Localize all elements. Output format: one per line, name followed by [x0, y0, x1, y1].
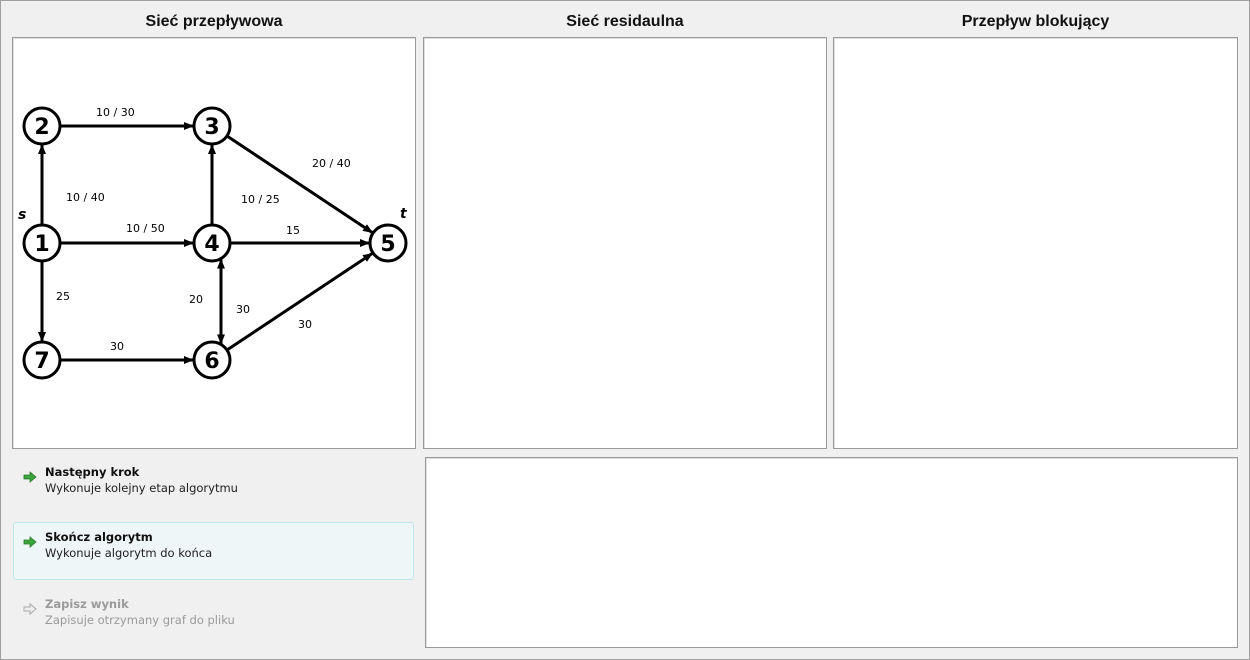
edge-label-7-6: 30	[110, 340, 124, 353]
edge-label-1-4: 10 / 50	[126, 222, 165, 235]
residual-network-title: Sieć residaulna	[566, 13, 684, 30]
edge-label-1-2: 10 / 40	[66, 191, 105, 204]
save-result-button[interactable]: Zapisz wynik Zapisuje otrzymany graf do …	[13, 589, 414, 647]
edge-6-5	[226, 252, 374, 352]
node-label: 5	[380, 232, 395, 257]
graph-node-2[interactable]: 2	[22, 106, 62, 146]
node-label: 3	[204, 115, 219, 140]
node-label: 1	[34, 232, 49, 257]
save-result-title: Zapisz wynik	[45, 597, 129, 611]
node-label: 2	[34, 115, 49, 140]
finish-algorithm-button[interactable]: Skończ algorytm Wykonuje algorytm do koń…	[13, 522, 414, 580]
edge-label-6-4: 30	[236, 303, 250, 316]
flow-network-title: Sieć przepływowa	[145, 13, 283, 30]
blocking-flow-canvas[interactable]	[833, 37, 1238, 449]
edge-label-4-6: 20	[189, 293, 203, 306]
graph-node-3[interactable]: 3	[192, 106, 232, 146]
graph-node-5[interactable]: 5	[368, 223, 408, 263]
source-label: s	[18, 207, 26, 223]
edge-label-1-7: 25	[56, 290, 70, 303]
edge-3-5	[226, 134, 374, 234]
node-label: 6	[204, 349, 219, 374]
flow-network-graph: 10 / 4010 / 3020 / 4010 / 2510 / 50 1525 2…	[18, 106, 408, 380]
graph-node-4[interactable]: 4	[192, 223, 232, 263]
edge-label-4-3: 10 / 25	[241, 193, 280, 206]
residual-network-canvas[interactable]	[423, 37, 827, 449]
edge-label-2-3: 10 / 30	[96, 106, 135, 119]
edge-label-6-5: 30	[298, 318, 312, 331]
graph-node-1[interactable]: 1	[22, 223, 62, 263]
edge-label-4-5: 15	[286, 224, 300, 237]
node-label: 4	[204, 232, 219, 257]
graph-node-7[interactable]: 7	[22, 340, 62, 380]
edge-label-3-5: 20 / 40	[312, 157, 351, 170]
finish-algorithm-desc: Wykonuje algorytm do końca	[45, 546, 213, 560]
next-step-desc: Wykonuje kolejny etap algorytmu	[45, 481, 238, 495]
green-arrow-icon	[23, 471, 37, 483]
graph-node-6[interactable]: 6	[192, 340, 232, 380]
next-step-title: Następny krok	[45, 465, 140, 479]
next-step-button[interactable]: Następny krok Wykonuje kolejny etap algo…	[13, 457, 414, 515]
blocking-flow-title: Przepływ blokujący	[961, 13, 1110, 30]
save-result-desc: Zapisuje otrzymany graf do pliku	[45, 613, 235, 627]
gray-arrow-icon	[23, 602, 37, 616]
flow-network-canvas[interactable]: 10 / 40 10 / 30 20 / 40 10 / 25 10 / 50 15 25 2…	[12, 37, 416, 449]
node-label: 7	[34, 349, 49, 374]
output-area[interactable]	[425, 457, 1238, 648]
sink-label: t	[400, 206, 408, 222]
finish-algorithm-title: Skończ algorytm	[45, 530, 153, 544]
green-arrow-icon	[23, 536, 37, 548]
